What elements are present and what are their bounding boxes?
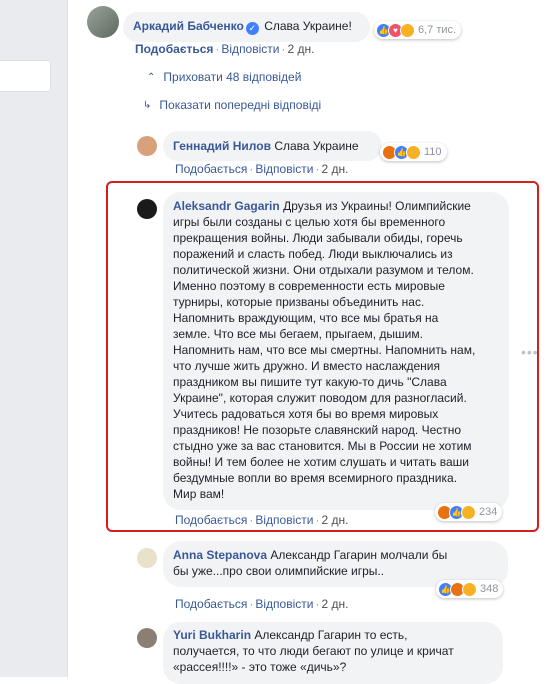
- reply-button[interactable]: Відповісти: [255, 597, 313, 611]
- comment-author[interactable]: Аркадий Бабченко: [133, 19, 244, 33]
- hide-replies-link[interactable]: ⌃ Приховати 48 відповідей: [147, 70, 301, 84]
- like-button[interactable]: Подобається: [175, 162, 247, 176]
- reply-line: Мир вам!: [173, 487, 225, 501]
- reply-line: Александр Гагарин молчали бы: [270, 548, 448, 562]
- reply-line: прекращения войны. Люди забывали обиды, …: [173, 231, 463, 245]
- timestamp[interactable]: 2 дн.: [321, 513, 348, 527]
- like-button[interactable]: Подобається: [175, 597, 247, 611]
- reply-line: Украине", которая служит поводом для раз…: [173, 391, 467, 405]
- reply-author[interactable]: Anna Stepanova: [173, 548, 267, 562]
- reply-body: Aleksandr Gagarin Друзья из Украины! Оли…: [173, 198, 499, 214]
- collapse-arrow-icon: ⌃: [147, 71, 156, 83]
- reply-actions-1: Подобається · Відповісти · 2 дн.: [175, 162, 349, 176]
- reply-line: турниры, которые призваны объединить нас…: [173, 295, 425, 309]
- haha-reaction-icon: [461, 504, 476, 520]
- reply-line: земле. Что все мы бегаем, прыгаем, дышим…: [173, 327, 423, 341]
- timestamp[interactable]: 2 дн.: [287, 42, 314, 56]
- reply-bubble-2: Aleksandr Gagarin Друзья из Украины! Оли…: [163, 192, 509, 510]
- reply-line: «рассея!!!!» - это тоже «дичь»?: [173, 660, 347, 674]
- show-previous-replies-link[interactable]: ↳ Показати попередні відповіді: [143, 98, 321, 112]
- reply-bubble-1: Геннадий Нилов Слава Украине: [163, 131, 382, 161]
- reply-line: поражений и сласть побед. Люди выключали…: [173, 247, 453, 261]
- haha-reaction-icon: [406, 144, 421, 160]
- reply-author[interactable]: Aleksandr Gagarin: [173, 199, 280, 213]
- timestamp[interactable]: 2 дн.: [321, 597, 348, 611]
- reaction-count: 6,7 тис.: [418, 24, 457, 36]
- reply-line: Именно поэтому в современности есть миро…: [173, 279, 445, 293]
- reply-actions-3: Подобається · Відповісти · 2 дн.: [175, 597, 349, 611]
- reply-button[interactable]: Відповісти: [255, 513, 313, 527]
- avatar-babchenko[interactable]: [87, 6, 119, 38]
- reply-line: праздником вы пишите тут какую-то дичь "…: [173, 375, 447, 389]
- hide-replies-label: Приховати 48 відповідей: [163, 70, 302, 84]
- avatar-nilov[interactable]: [137, 136, 157, 156]
- reply-author[interactable]: Yuri Bukharin: [173, 628, 251, 642]
- reply-bubble-4: Yuri Bukharin Александр Гагарин то есть,…: [163, 622, 503, 684]
- haha-reaction-icon: [462, 581, 477, 597]
- reaction-summary-top[interactable]: 👍 ♥ 6,7 тис.: [374, 21, 462, 39]
- avatar-stepanova[interactable]: [137, 548, 157, 568]
- show-previous-label: Показати попередні відповіді: [159, 98, 322, 112]
- reply-button[interactable]: Відповісти: [221, 42, 279, 56]
- reaction-count: 110: [424, 146, 442, 158]
- reply-line: получается, то что люди бегают по улице …: [173, 644, 454, 658]
- comment-actions-top: Подобається · Відповісти · 2 дн.: [135, 42, 315, 56]
- reply-line: Напомнить враждующим, что все мы братья …: [173, 311, 439, 325]
- comment-bubble-top: Аркадий Бабченко ✓ Слава Украине!: [123, 12, 370, 42]
- reaction-count: 234: [479, 506, 498, 518]
- reply-actions-2: Подобається · Відповісти · 2 дн.: [175, 513, 349, 527]
- reply-author[interactable]: Геннадий Нилов: [173, 139, 271, 153]
- reaction-count: 348: [480, 583, 499, 595]
- reply-line: что лучше жить дружно. И вместо наслажде…: [173, 359, 440, 373]
- reply-line: войны! И тем более не хотим слушать и чи…: [173, 455, 469, 469]
- reply-line: праздников! Не позорьте славянский народ…: [173, 423, 462, 437]
- reaction-summary-1[interactable]: 👍 110: [380, 143, 447, 161]
- avatar-gagarin[interactable]: [137, 199, 157, 219]
- timestamp[interactable]: 2 дн.: [321, 162, 348, 176]
- reply-line: Напомнить нам, что все мы смертны. Напом…: [173, 343, 476, 357]
- reply-line: стыдно уже за вас становится. Мы в Росси…: [173, 439, 472, 453]
- like-button[interactable]: Подобається: [135, 42, 213, 56]
- comment-text: Слава Украине!: [264, 19, 352, 33]
- like-button[interactable]: Подобається: [175, 513, 247, 527]
- reply-line: игры были созданы с целью хотя бы времен…: [173, 215, 446, 229]
- more-options-icon[interactable]: •••: [521, 344, 539, 360]
- left-panel: [0, 0, 67, 677]
- reply-line: бы уже...про свои олимпийские игры..: [173, 564, 385, 578]
- left-panel-card: [0, 60, 51, 92]
- haha-reaction-icon: [400, 22, 415, 38]
- reply-line: Учитесь радоваться хотя бы во время миро…: [173, 407, 439, 421]
- expand-reply-arrow-icon: ↳: [143, 99, 152, 111]
- reply-line: Друзья из Украины! Олимпийские: [283, 199, 471, 213]
- verified-icon: ✓: [245, 22, 259, 35]
- reply-button[interactable]: Відповісти: [255, 162, 313, 176]
- reply-text: Слава Украине: [274, 139, 359, 153]
- reaction-summary-3[interactable]: 👍 348: [436, 580, 504, 598]
- reply-line: Александр Гагарин то есть,: [254, 628, 408, 642]
- reply-line: бездумные вопли во время всемирного праз…: [173, 471, 458, 485]
- avatar-bukharin[interactable]: [137, 628, 157, 648]
- reaction-summary-2[interactable]: 👍 234: [435, 503, 503, 521]
- reply-line: политической жизни. Они отдыхали разумом…: [173, 263, 474, 277]
- feed-divider: [67, 0, 68, 677]
